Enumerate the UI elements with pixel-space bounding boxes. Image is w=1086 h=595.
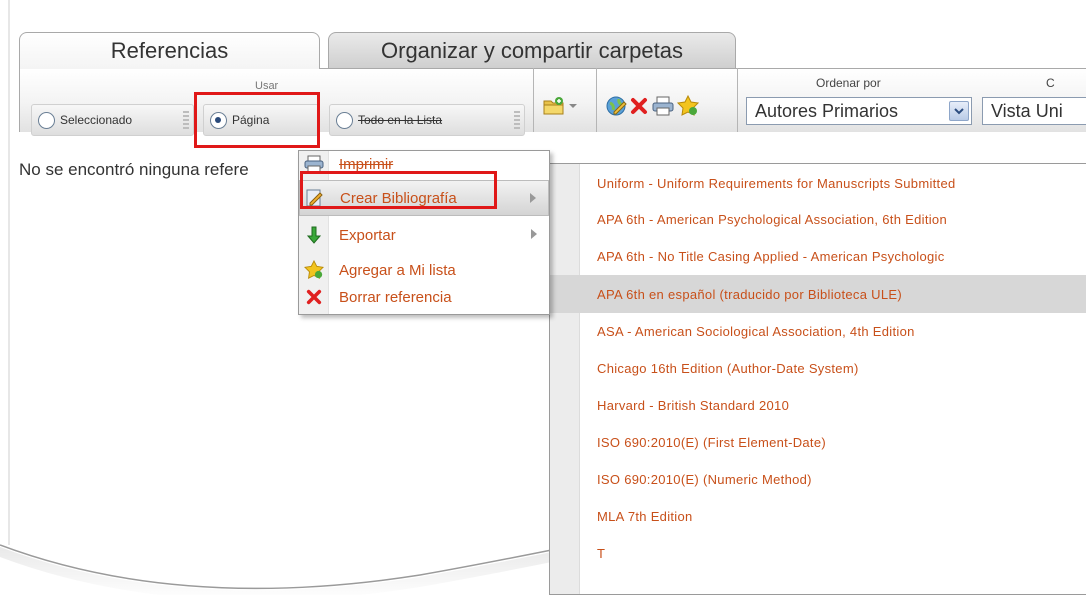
- globe-icon[interactable]: [604, 94, 628, 118]
- highlight-box-crear-bibliografia: [300, 171, 497, 209]
- radio-seleccionado[interactable]: Seleccionado: [31, 104, 194, 136]
- dropdown-arrow-icon[interactable]: [566, 94, 580, 118]
- style-item[interactable]: Chicago 16th Edition (Author-Date System…: [550, 349, 1086, 387]
- style-item[interactable]: APA 6th - American Psychological Associa…: [550, 200, 1086, 238]
- style-item[interactable]: Uniform - Uniform Requirements for Manus…: [550, 164, 1086, 202]
- sort-select[interactable]: Autores Primarios: [746, 97, 972, 125]
- ordenar-label: Ordenar por: [816, 76, 881, 90]
- style-item[interactable]: Harvard - British Standard 2010: [550, 386, 1086, 424]
- style-item[interactable]: ISO 690:2010(E) (First Element-Date): [550, 423, 1086, 461]
- grip-handle: [514, 111, 520, 129]
- radio-button[interactable]: [336, 111, 353, 129]
- menu-item-label: Borrar referencia: [339, 288, 452, 306]
- no-results-message: No se encontró ninguna refere: [19, 160, 249, 179]
- menu-item-label: Agregar a Mi lista: [339, 261, 456, 279]
- menu-item-borrar-referencia[interactable]: Borrar referencia: [299, 279, 549, 315]
- tab-referencias[interactable]: Referencias: [19, 32, 320, 69]
- separator: [533, 68, 534, 132]
- submenu-arrow-icon: [531, 229, 537, 239]
- grip-handle: [183, 111, 189, 129]
- usar-label: Usar: [255, 80, 279, 92]
- view-select[interactable]: Vista Uni: [982, 97, 1086, 125]
- bibliography-styles-submenu: Uniform - Uniform Requirements for Manus…: [549, 163, 1086, 595]
- folder-add-icon[interactable]: [542, 94, 566, 118]
- style-item-selected[interactable]: APA 6th en español (traducido por Biblio…: [550, 275, 1086, 313]
- style-item[interactable]: ASA - American Sociological Association,…: [550, 312, 1086, 350]
- style-item[interactable]: ISO 690:2010(E) (Numeric Method): [550, 460, 1086, 498]
- style-item[interactable]: MLA 7th Edition: [550, 497, 1086, 535]
- red-x-icon: [299, 289, 329, 305]
- view-label: C: [1046, 76, 1055, 90]
- radio-button[interactable]: [38, 111, 55, 129]
- submenu-arrow-icon: [530, 193, 536, 203]
- separator: [596, 68, 597, 132]
- radio-label: Todo en la Lista: [358, 113, 443, 127]
- style-item[interactable]: APA 6th - No Title Casing Applied - Amer…: [550, 237, 1086, 275]
- print-icon[interactable]: [651, 94, 675, 118]
- green-down-arrow-icon: [299, 226, 329, 244]
- radio-todo-lista[interactable]: Todo en la Lista: [329, 104, 525, 136]
- radio-label: Seleccionado: [60, 113, 133, 127]
- chevron-down-icon[interactable]: [949, 101, 969, 121]
- menu-item-label: Exportar: [339, 226, 396, 244]
- style-item[interactable]: T: [550, 534, 1086, 572]
- menu-item-label: Imprimir: [339, 155, 394, 173]
- delete-icon[interactable]: [627, 94, 651, 118]
- star-add-icon: [299, 260, 329, 280]
- sort-value: Autores Primarios: [755, 100, 899, 121]
- view-value: Vista Uni: [991, 100, 1063, 121]
- tab-organizar-compartir[interactable]: Organizar y compartir carpetas: [328, 32, 736, 68]
- separator: [737, 68, 738, 132]
- menu-item-exportar[interactable]: Exportar: [299, 217, 549, 253]
- star-add-icon[interactable]: [676, 94, 700, 118]
- highlight-box-pagina: [194, 92, 320, 148]
